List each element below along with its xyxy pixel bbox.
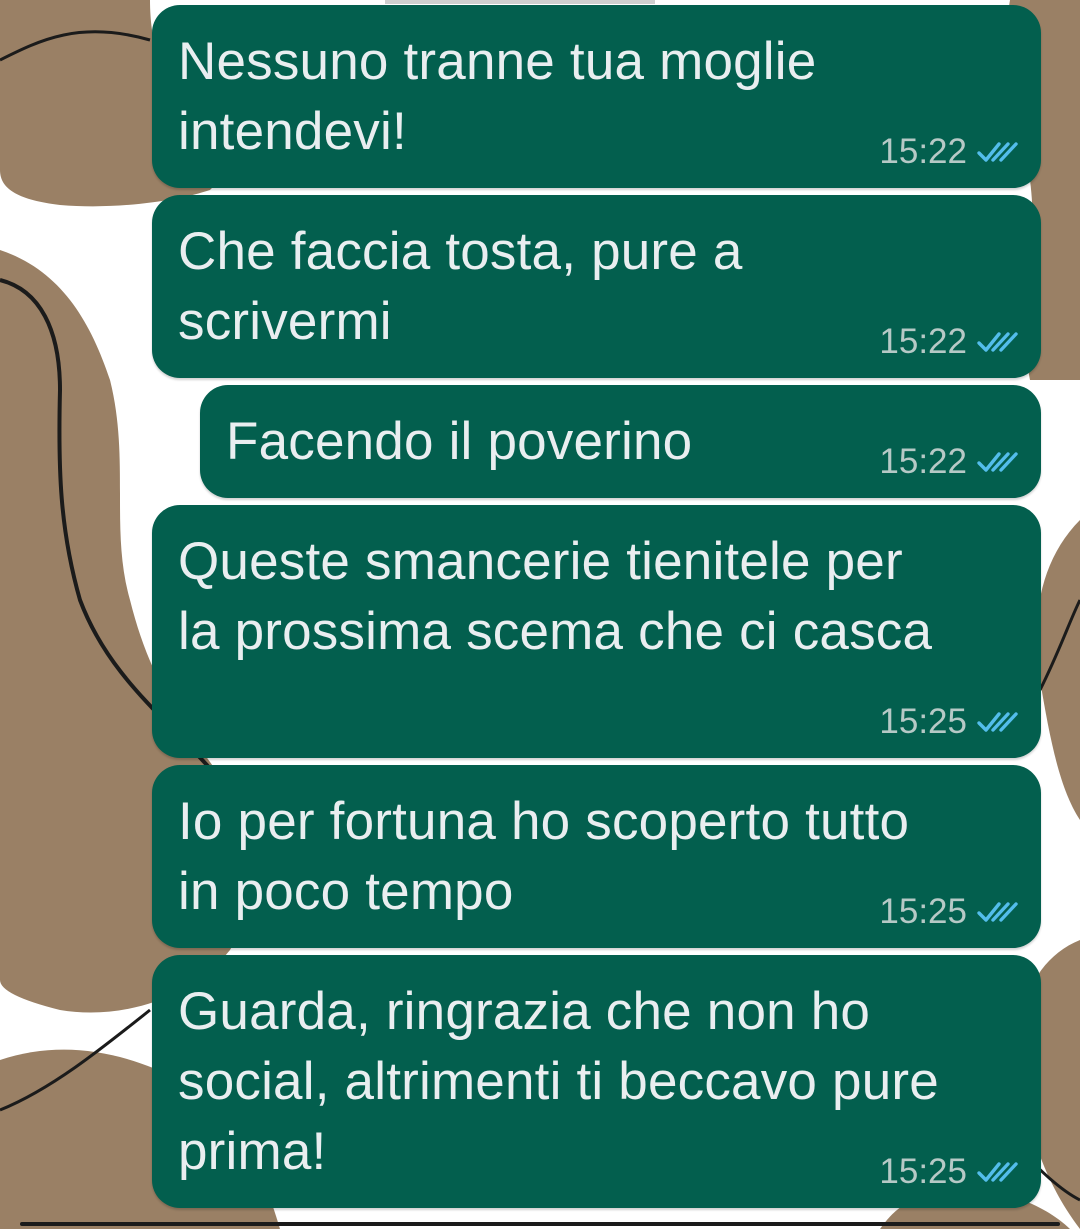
message-time: 15:22 — [879, 442, 967, 481]
message-time: 15:25 — [879, 702, 967, 741]
message-bubble[interactable]: Io per fortuna ho scoperto tutto in poco… — [152, 765, 1041, 948]
message-bubble[interactable]: Che faccia tosta, pure a scrivermi 15:22 — [152, 195, 1041, 378]
message-meta: 15:25 — [879, 1152, 1019, 1192]
double-check-icon — [977, 332, 1018, 352]
double-check-icon — [977, 452, 1018, 472]
double-check-icon — [977, 1162, 1018, 1182]
double-check-icon — [977, 142, 1018, 162]
bottom-divider — [20, 1222, 1060, 1226]
message-meta: 15:22 — [879, 322, 1019, 362]
message-text: Queste smancerie tienitele per la prossi… — [178, 532, 933, 661]
message-bubble[interactable]: Queste smancerie tienitele per la prossi… — [152, 505, 1041, 758]
message-time: 15:22 — [879, 322, 967, 361]
message-list[interactable]: Nessuno tranne tua moglie intendevi! 15:… — [0, 0, 1080, 1229]
double-check-icon — [977, 902, 1018, 922]
message-meta: 15:22 — [879, 132, 1019, 172]
double-check-icon — [977, 712, 1018, 732]
message-bubble[interactable]: Facendo il poverino 15:22 — [200, 385, 1041, 498]
message-time: 15:25 — [879, 1152, 967, 1191]
message-bubble[interactable]: Nessuno tranne tua moglie intendevi! 15:… — [152, 5, 1041, 188]
message-meta: 15:25 — [879, 702, 1019, 742]
message-time: 15:25 — [879, 892, 967, 931]
message-time: 15:22 — [879, 132, 967, 171]
message-meta: 15:25 — [879, 892, 1019, 932]
message-meta: 15:22 — [879, 442, 1019, 482]
message-bubble[interactable]: Guarda, ringrazia che non ho social, alt… — [152, 955, 1041, 1208]
